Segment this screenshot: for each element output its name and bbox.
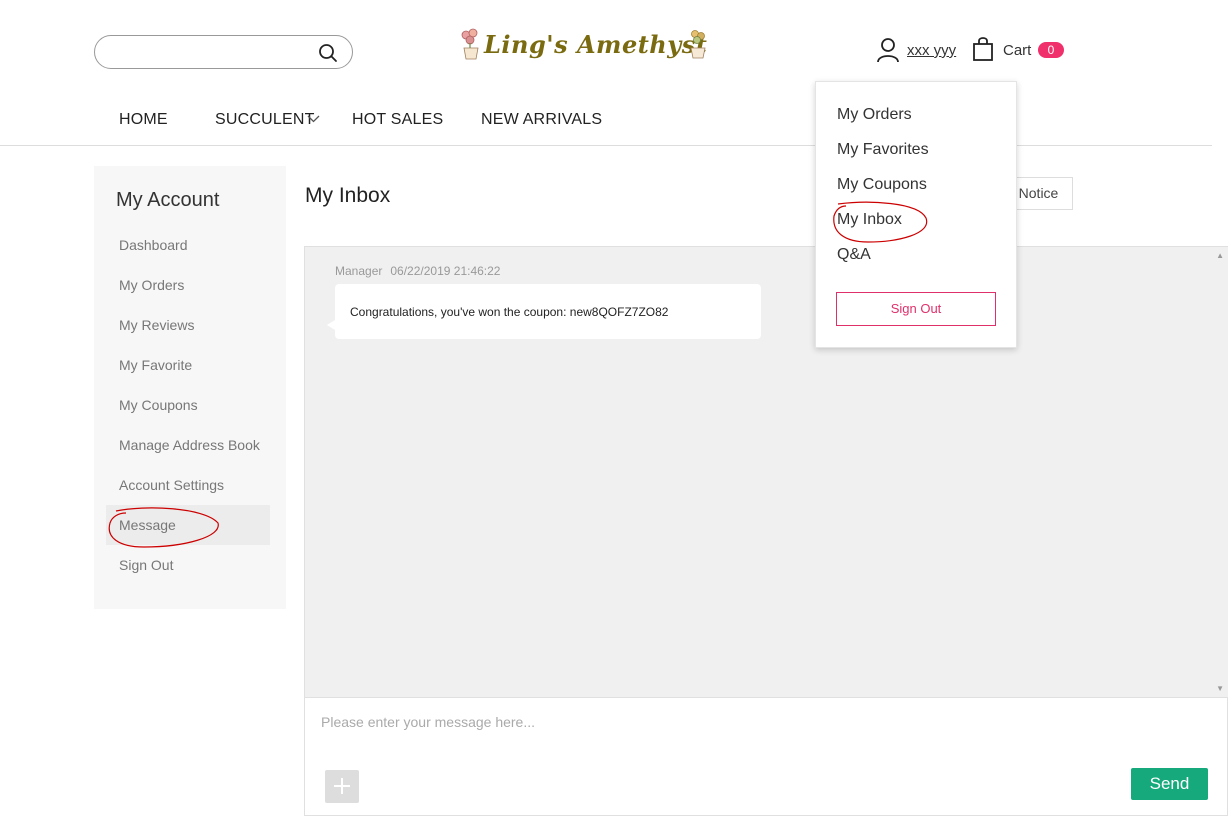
- dropdown-item-my-coupons[interactable]: My Coupons: [837, 176, 927, 194]
- succulent-pot-icon: [461, 28, 479, 60]
- nav-hot-sales[interactable]: HOT SALES: [352, 111, 443, 129]
- sidebar-item-my-favorite[interactable]: My Favorite: [119, 357, 192, 373]
- dropdown-item-my-inbox[interactable]: My Inbox: [837, 211, 902, 229]
- nav-divider: [0, 145, 1212, 146]
- sidebar-item-dashboard[interactable]: Dashboard: [119, 237, 188, 253]
- sidebar-item-sign-out[interactable]: Sign Out: [119, 557, 173, 573]
- user-name-link[interactable]: xxx yyy: [907, 42, 956, 59]
- dropdown-item-my-favorites[interactable]: My Favorites: [837, 141, 929, 159]
- sidebar-item-address-book[interactable]: Manage Address Book: [119, 437, 260, 453]
- attach-plus-button[interactable]: [325, 770, 359, 803]
- nav-home[interactable]: HOME: [119, 111, 168, 129]
- nav-succulent[interactable]: SUCCULENT: [215, 111, 315, 129]
- sidebar-item-my-reviews[interactable]: My Reviews: [119, 317, 194, 333]
- message-sender: Manager: [335, 264, 383, 278]
- sidebar-item-my-orders[interactable]: My Orders: [119, 277, 184, 293]
- site-logo[interactable]: Ling's Amethyst: [458, 26, 710, 66]
- chevron-down-icon[interactable]: [307, 114, 320, 124]
- dropdown-item-qa[interactable]: Q&A: [837, 246, 871, 264]
- message-compose: Send: [304, 697, 1228, 816]
- cart-count-badge: 0: [1038, 42, 1064, 58]
- message-bubble: Congratulations, you've won the coupon: …: [327, 284, 761, 339]
- sidebar-item-my-coupons[interactable]: My Coupons: [119, 397, 198, 413]
- scroll-down-arrow-icon[interactable]: ▼: [1216, 684, 1224, 693]
- sidebar-item-message[interactable]: Message: [119, 517, 176, 533]
- succulent-pot-icon: [690, 30, 706, 59]
- account-dropdown-menu: My Orders My Favorites My Coupons My Inb…: [815, 81, 1017, 348]
- page-title: My Inbox: [305, 184, 391, 207]
- nav-new-arrivals[interactable]: NEW ARRIVALS: [481, 111, 602, 129]
- message-meta: Manager 06/22/2019 21:46:22: [335, 264, 508, 278]
- search-input[interactable]: [109, 42, 313, 64]
- dropdown-item-my-orders[interactable]: My Orders: [837, 106, 912, 124]
- scroll-up-arrow-icon[interactable]: ▲: [1216, 251, 1224, 260]
- send-button[interactable]: Send: [1131, 768, 1208, 800]
- shopping-bag-icon[interactable]: [972, 36, 994, 62]
- dropdown-sign-out-button[interactable]: Sign Out: [836, 292, 996, 326]
- account-sidebar: My Account Dashboard My Orders My Review…: [94, 166, 286, 609]
- search-bar[interactable]: [94, 35, 353, 69]
- message-text: Congratulations, you've won the coupon: …: [350, 305, 669, 319]
- logo-text: Ling's Amethyst: [484, 30, 708, 59]
- search-icon[interactable]: [318, 43, 338, 63]
- user-icon[interactable]: [876, 37, 900, 63]
- sidebar-item-account-settings[interactable]: Account Settings: [119, 477, 224, 493]
- message-timestamp: 06/22/2019 21:46:22: [390, 264, 501, 278]
- sidebar-title: My Account: [116, 189, 220, 211]
- cart-link[interactable]: Cart: [1003, 42, 1031, 59]
- message-thread[interactable]: Manager 06/22/2019 21:46:22 Congratulatio…: [304, 246, 1228, 697]
- message-input[interactable]: [319, 712, 1203, 756]
